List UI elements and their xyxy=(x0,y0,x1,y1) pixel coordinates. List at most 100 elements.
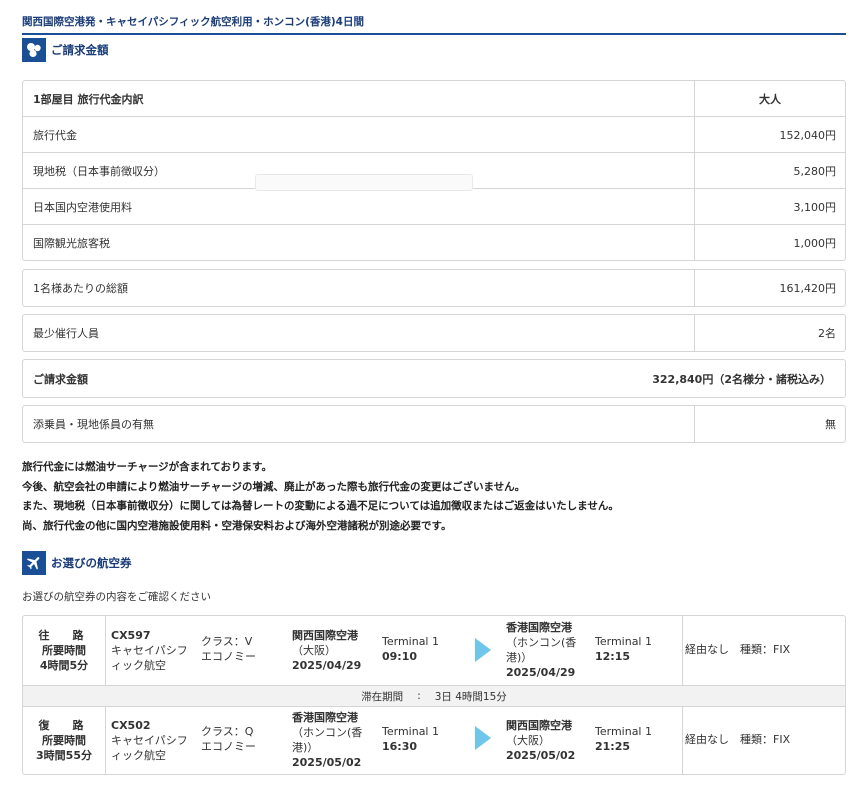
per-person-label: 1名様あたりの総額 xyxy=(23,270,695,306)
departure-terminal: Terminal 1 xyxy=(382,635,439,648)
fare-row-value: 1,000円 xyxy=(793,236,837,250)
flight-section-header: お選びの航空券 xyxy=(22,551,132,575)
direction-label: 往 路 xyxy=(38,629,90,642)
departure-city: （大阪） xyxy=(292,644,336,657)
airplane-icon xyxy=(22,551,46,575)
min-people-value: 2名 xyxy=(818,327,836,340)
departure-time: 09:10 xyxy=(382,650,418,663)
via-type: 経由なし 種類：FIX xyxy=(685,643,791,656)
table-row: ご請求金額 322,840円（2名様分・諸税込み） xyxy=(23,360,845,397)
airline-name: ィック航空 xyxy=(111,749,166,762)
airline-name: ィック航空 xyxy=(111,659,166,672)
fare-row-label: 旅行代金 xyxy=(23,117,695,152)
total-amount-label: ご請求金額 xyxy=(33,372,88,386)
direction-label: 復 路 xyxy=(38,719,90,732)
total-amount-table: ご請求金額 322,840円（2名様分・諸税込み） xyxy=(22,359,846,398)
flight-number-cell: CX502 キャセイパシフ ィック航空 xyxy=(111,718,188,763)
table-row: 添乗員・現地係員の有無 無 xyxy=(23,406,845,442)
stay-period-value: 3日 4時間15分 xyxy=(434,690,507,703)
note-line: 旅行代金には燃油サーチャージが含まれております。 xyxy=(22,461,273,473)
faded-tooltip xyxy=(255,174,473,191)
fare-notes: 旅行代金には燃油サーチャージが含まれております。 今後、航空会社の申請により燃油… xyxy=(22,458,619,537)
departure-terminal-cell: Terminal 1 16:30 xyxy=(382,724,439,754)
departure-city: （ホンコン(香 xyxy=(292,726,363,739)
departure-time: 16:30 xyxy=(382,740,418,753)
arrival-cell: 香港国際空港 （ホンコン(香 港)） 2025/04/29 xyxy=(506,620,591,680)
arrival-time: 12:15 xyxy=(595,650,631,663)
arrival-city: 港)） xyxy=(506,651,533,664)
note-line: また、現地税（日本事前徴収分）に関しては為替レートの変動による過不足については追… xyxy=(22,500,619,513)
duration-label: 所要時間 xyxy=(42,644,86,657)
stay-period-label: 滞在期間 xyxy=(361,690,404,703)
table-row: 日本国内空港使用料 3,100円 xyxy=(23,189,845,225)
billing-section-title: ご請求金額 xyxy=(51,43,109,57)
arrow-right-icon xyxy=(475,638,491,662)
inbound-flight-row: 復 路 所要時間 3時間55分 CX502 キャセイパシフ ィック航空 クラス：… xyxy=(23,707,845,774)
escort-value: 無 xyxy=(825,418,836,431)
departure-airport: 香港国際空港 xyxy=(292,711,358,724)
arrival-terminal-cell: Terminal 1 12:15 xyxy=(595,634,652,664)
coins-icon xyxy=(22,38,46,62)
class-cell: クラス：V エコノミー xyxy=(201,634,256,664)
outbound-flight-row: 往 路 所要時間 4時間5分 CX597 キャセイパシフ ィック航空 クラス：V… xyxy=(23,616,845,685)
fare-row-label: 国際観光旅客税 xyxy=(23,225,695,260)
column-divider xyxy=(682,707,683,774)
page-title: 関西国際空港発・キャセイパシフィック航空利用・ホンコン(香港)4日間 xyxy=(22,14,846,35)
stay-period-bar: 滞在期間 : 3日 4時間15分 xyxy=(23,685,845,707)
outbound-direction-cell: 往 路 所要時間 4時間5分 xyxy=(23,616,106,685)
fare-row-value: 3,100円 xyxy=(793,200,837,214)
class-cell: クラス：Q エコノミー xyxy=(201,724,256,754)
departure-city: 港)） xyxy=(292,741,319,754)
arrival-terminal: Terminal 1 xyxy=(595,725,652,738)
departure-terminal: Terminal 1 xyxy=(382,725,439,738)
cabin-class: エコノミー xyxy=(201,740,256,753)
flight-number: CX597 xyxy=(111,629,151,642)
table-row: 1名様あたりの総額 161,420円 xyxy=(23,270,845,306)
per-person-total-table: 1名様あたりの総額 161,420円 xyxy=(22,269,846,307)
billing-section-header: ご請求金額 xyxy=(22,38,109,62)
class-code: クラス：V xyxy=(201,635,253,648)
arrival-terminal: Terminal 1 xyxy=(595,635,652,648)
departure-airport: 関西国際空港 xyxy=(292,629,358,642)
fare-row-value: 152,040円 xyxy=(779,128,837,142)
fare-row-value: 5,280円 xyxy=(793,164,837,178)
duration-label: 所要時間 xyxy=(42,734,86,747)
min-people-table: 最少催行人員 2名 xyxy=(22,314,846,352)
cabin-class: エコノミー xyxy=(201,650,256,663)
arrival-cell: 関西国際空港 （大阪） 2025/05/02 xyxy=(506,718,591,763)
fare-breakdown-table: 1部屋目 旅行代金内訳 大人 旅行代金 152,040円 現地税（日本事前徴収分… xyxy=(22,80,846,261)
arrival-time: 21:25 xyxy=(595,740,631,753)
via-type: 経由なし 種類：FIX xyxy=(685,733,791,746)
fare-row-label: 日本国内空港使用料 xyxy=(23,189,695,224)
total-amount-value: 322,840円（2名様分・諸税込み） xyxy=(652,372,831,386)
table-row: 旅行代金 152,040円 xyxy=(23,117,845,153)
arrival-date: 2025/04/29 xyxy=(506,666,576,679)
arrival-city: （大阪） xyxy=(506,734,550,747)
flight-section-title: お選びの航空券 xyxy=(51,556,132,570)
flight-section-subtitle: お選びの航空券の内容をご確認ください xyxy=(22,591,211,603)
airline-name: キャセイパシフ xyxy=(111,644,188,657)
duration-value: 4時間5分 xyxy=(39,659,89,672)
per-person-value: 161,420円 xyxy=(779,282,837,295)
airline-name: キャセイパシフ xyxy=(111,734,188,747)
inbound-direction-cell: 復 路 所要時間 3時間55分 xyxy=(23,707,106,774)
departure-date: 2025/05/02 xyxy=(292,756,362,769)
min-people-label: 最少催行人員 xyxy=(23,315,695,351)
departure-cell: 関西国際空港 （大阪） 2025/04/29 xyxy=(292,628,377,673)
departure-date: 2025/04/29 xyxy=(292,659,362,672)
arrow-right-icon xyxy=(475,726,491,750)
column-divider xyxy=(682,616,683,685)
class-code: クラス：Q xyxy=(201,725,254,738)
note-line: 今後、航空会社の申請により燃油サーチャージの増減、廃止があった際も旅行代金の変更… xyxy=(22,480,526,493)
departure-cell: 香港国際空港 （ホンコン(香 港)） 2025/05/02 xyxy=(292,710,377,770)
escort-table: 添乗員・現地係員の有無 無 xyxy=(22,405,846,443)
fare-breakdown-header: 1部屋目 旅行代金内訳 大人 xyxy=(23,81,845,117)
fare-header-label: 1部屋目 旅行代金内訳 xyxy=(23,81,695,116)
stay-period-separator: : xyxy=(417,690,421,702)
flight-number: CX502 xyxy=(111,719,151,732)
flight-details-table: 往 路 所要時間 4時間5分 CX597 キャセイパシフ ィック航空 クラス：V… xyxy=(22,615,846,775)
arrival-city: （ホンコン(香 xyxy=(506,636,577,649)
arrival-date: 2025/05/02 xyxy=(506,749,576,762)
table-row: 国際観光旅客税 1,000円 xyxy=(23,225,845,260)
departure-terminal-cell: Terminal 1 09:10 xyxy=(382,634,439,664)
